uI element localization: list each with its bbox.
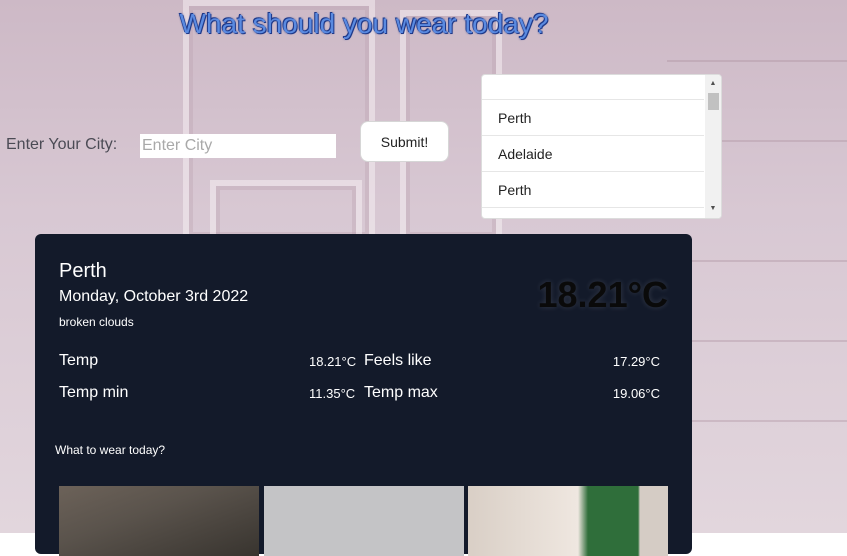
temp-max-label: Temp max (364, 384, 438, 401)
city-input[interactable] (140, 134, 336, 158)
feels-like-value: 17.29°C (612, 354, 660, 369)
history-item[interactable]: Perth (482, 100, 704, 136)
page-title: What should you wear today? (179, 8, 549, 39)
weather-description: broken clouds (59, 315, 134, 329)
scroll-down-arrow-icon[interactable]: ▼ (705, 202, 721, 216)
temp-value: 18.21°C (309, 354, 357, 369)
history-item[interactable] (482, 75, 704, 100)
temp-label: Temp (59, 352, 99, 369)
temp-min-label: Temp min (59, 384, 129, 401)
weather-city: Perth (59, 260, 107, 282)
clothing-image (468, 486, 668, 556)
scroll-up-arrow-icon[interactable]: ▲ (705, 77, 721, 91)
weather-date: Monday, October 3rd 2022 (59, 288, 249, 305)
scrollbar[interactable]: ▲ ▼ (705, 75, 721, 218)
brick-line (667, 420, 847, 422)
history-item[interactable]: Adelaide (482, 136, 704, 172)
weather-card: Perth Monday, October 3rd 2022 broken cl… (35, 234, 692, 556)
submit-button[interactable]: Submit! (360, 121, 449, 162)
brick-line (667, 260, 847, 262)
temp-max-value: 19.06°C (612, 386, 660, 401)
search-history-list[interactable]: Perth Adelaide Perth ▲ ▼ (481, 74, 722, 219)
temp-min-value: 11.35°C (309, 386, 356, 401)
what-to-wear-heading: What to wear today? (55, 443, 166, 457)
history-item[interactable]: Perth (482, 172, 704, 208)
clothing-image (59, 486, 259, 556)
brick-line (667, 60, 847, 62)
feels-like-label: Feels like (364, 352, 432, 369)
city-label: Enter Your City: (6, 136, 118, 153)
scroll-thumb[interactable] (708, 93, 719, 110)
brick-line (667, 340, 847, 342)
current-temperature: 18.21°C (537, 274, 668, 315)
clothing-image (264, 486, 464, 556)
